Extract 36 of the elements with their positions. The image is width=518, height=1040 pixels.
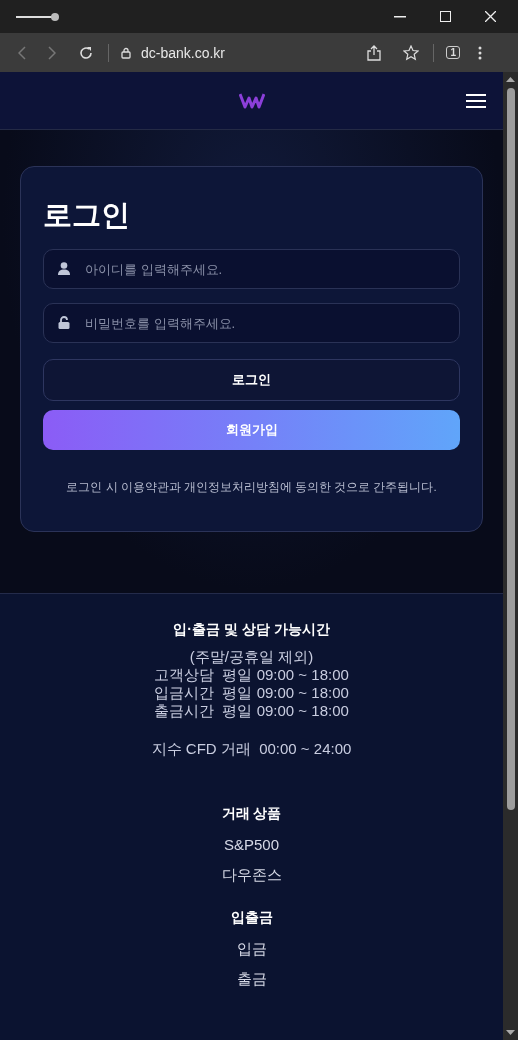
lock-icon[interactable] [121,46,131,59]
reload-icon[interactable] [78,44,94,61]
maximize-icon[interactable] [440,11,451,22]
scrollbar-thumb[interactable] [506,88,515,810]
star-icon[interactable] [403,44,420,61]
hours-text: 입금시간 평일 09:00 ~ 18:00 [154,684,349,702]
terms-notice: 로그인 시 이용약관과 개인정보처리방침에 동의한 것으로 간주됩니다. [65,480,438,495]
input-field[interactable]: 비밀번호를 입력해주세요. [43,303,460,343]
slider-icon[interactable] [16,11,60,22]
scroll-down-icon[interactable] [506,1030,515,1035]
footer-link[interactable]: S&P500 [223,836,279,854]
footer-link[interactable]: 입금 [236,940,267,958]
hours-text: 고객상담 평일 09:00 ~ 18:00 [154,666,349,684]
hours-text: 출금시간 평일 09:00 ~ 18:00 [154,702,349,720]
scrollbar[interactable] [503,72,518,1040]
login-button[interactable]: 로그인 [43,359,460,401]
url-text[interactable]: dc-bank.co.kr [141,44,368,61]
footer-link[interactable]: 출금 [236,970,267,988]
close-icon[interactable] [485,11,496,22]
back-icon[interactable] [18,45,26,60]
scroll-up-icon[interactable] [506,77,515,82]
login-title: 로그인 [43,198,131,233]
forward-icon[interactable] [48,45,56,60]
section-heading: 거래 상품 [221,804,282,823]
footer-link[interactable]: 다우존스 [221,866,282,884]
hours-text: (주말/공휴일 제외) [189,648,314,666]
more-icon[interactable] [478,45,482,60]
hours-text: 지수 CFD 거래 00:00 ~ 24:00 [151,740,352,758]
logo-icon[interactable] [238,91,265,110]
input-field[interactable]: 아이디를 입력해주세요. [43,249,460,289]
share-icon[interactable] [367,44,382,61]
menu-icon[interactable] [466,94,486,108]
tab-count[interactable]: 1 [446,46,460,59]
section-heading: 입출금 [230,908,273,927]
section-heading: 입·출금 및 상담 가능시간 [173,620,330,639]
minimize-icon[interactable] [394,15,406,18]
